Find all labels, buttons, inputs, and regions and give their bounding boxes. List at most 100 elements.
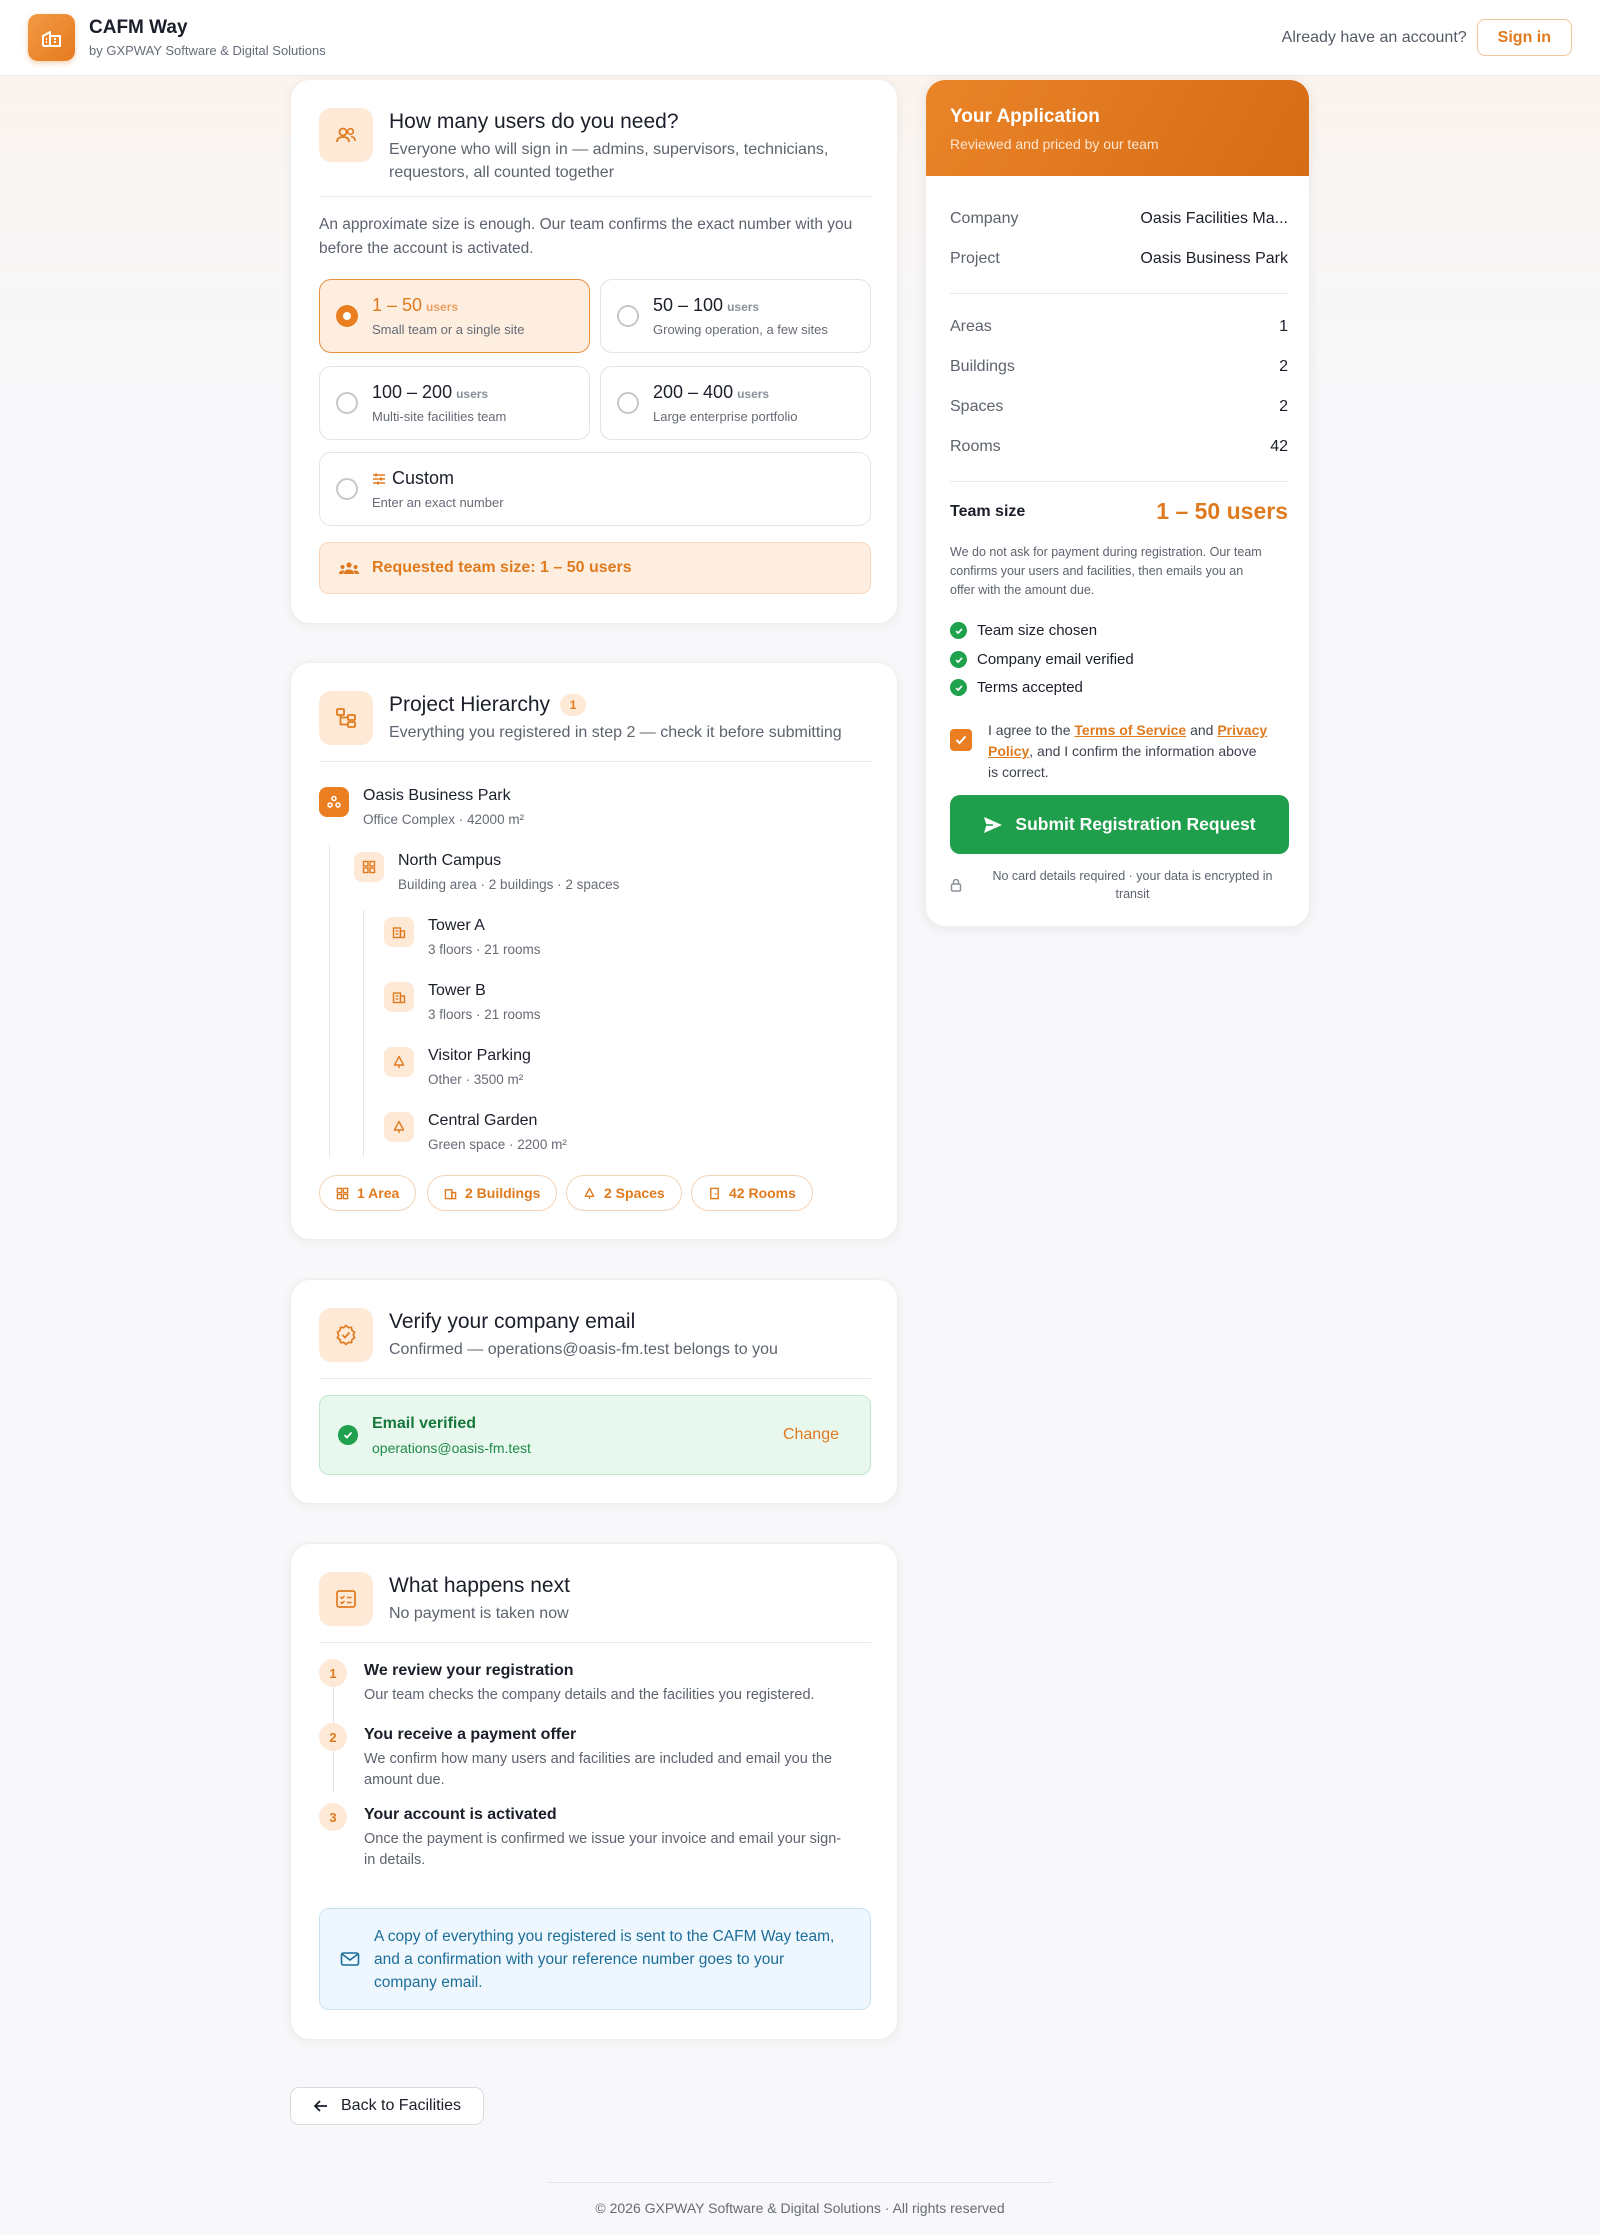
- payment-note-1: We do not ask for payment during registr…: [950, 545, 1262, 559]
- company-value: Oasis Facilities Ma...: [1140, 210, 1288, 227]
- next-steps-card: What happens next No payment is taken no…: [290, 1543, 898, 2040]
- step-description: Once the payment is confirmed we issue y…: [364, 1831, 842, 1847]
- checklist-item: Team size chosen: [950, 622, 1097, 639]
- team-size-title: How many users do you need?: [389, 110, 679, 133]
- divider: [319, 1378, 871, 1379]
- terms-of-service-link[interactable]: Terms of Service: [1074, 722, 1186, 738]
- users-icon: [319, 108, 373, 162]
- summary-pill-areas: 1 Area: [319, 1175, 417, 1211]
- size-option-custom[interactable]: Custom Enter an exact number: [319, 452, 871, 526]
- agree-suffix-1: , and I confirm the information above: [1029, 743, 1257, 759]
- option-description: Enter an exact number: [372, 495, 504, 510]
- building-icon: [444, 1188, 457, 1199]
- terms-checkbox[interactable]: [950, 729, 972, 751]
- already-account-text: Already have an account?: [1281, 28, 1467, 46]
- info-text-3: company email.: [374, 1973, 483, 1991]
- radio[interactable]: [336, 392, 358, 414]
- brand-name: CAFM Way: [89, 17, 188, 38]
- requested-team-size-text: Requested team size: 1 – 50 users: [372, 559, 632, 576]
- stat-label: Buildings: [950, 358, 1015, 375]
- next-title: What happens next: [389, 1574, 570, 1597]
- project-node: Oasis Business Park Office Complex · 420…: [319, 787, 524, 827]
- step-number: 3: [319, 1803, 347, 1831]
- check-circle-icon: [338, 1425, 358, 1445]
- area-meta: Building area · 2 buildings · 2 spaces: [398, 877, 620, 892]
- info-text-1: A copy of everything you registered is s…: [374, 1927, 835, 1945]
- option-description: Small team or a single site: [372, 322, 525, 337]
- radio[interactable]: [617, 305, 639, 327]
- pill-label: 2 Buildings: [465, 1185, 541, 1201]
- privacy-policy-link[interactable]: Policy: [988, 743, 1029, 759]
- grid-icon: [354, 852, 384, 882]
- info-text-2: and a confirmation with your reference n…: [374, 1950, 785, 1968]
- next-subtitle: No payment is taken now: [389, 1605, 569, 1622]
- team-size-card: How many users do you need? Everyone who…: [290, 79, 898, 624]
- divider: [319, 761, 871, 762]
- radio[interactable]: [336, 478, 358, 500]
- email-title: Verify your company email: [389, 1310, 636, 1333]
- check-circle-icon: [950, 622, 967, 639]
- change-email-link[interactable]: Change: [783, 1426, 839, 1444]
- child-meta: Green space · 2200 m²: [428, 1137, 567, 1152]
- summary-pill-spaces: 2 Spaces: [566, 1175, 682, 1211]
- lock-icon: [950, 878, 962, 892]
- send-icon: [984, 816, 1003, 833]
- step-title: We review your registration: [364, 1662, 574, 1679]
- tree-line: [329, 845, 330, 1157]
- area-node: North Campus Building area · 2 buildings…: [354, 852, 619, 892]
- email-address: operations@oasis-fm.test: [372, 1439, 531, 1456]
- verify-email-card: Verify your company email Confirmed — op…: [290, 1279, 898, 1504]
- checklist-icon: [319, 1572, 373, 1626]
- stat-row: Buildings 2: [950, 358, 1288, 376]
- submit-registration-button[interactable]: Submit Registration Request: [950, 795, 1289, 854]
- tree-icon: [384, 1112, 414, 1142]
- stat-label: Rooms: [950, 438, 1001, 455]
- stat-label: Areas: [950, 318, 992, 335]
- stat-row: Rooms 42: [950, 438, 1288, 456]
- copy-info-box: A copy of everything you registered is s…: [319, 1908, 871, 2010]
- logo: [28, 14, 75, 61]
- option-unit: users: [456, 387, 489, 401]
- application-summary-panel: Your Application Reviewed and priced by …: [925, 79, 1310, 927]
- stat-row: Spaces 2: [950, 398, 1288, 416]
- security-note-1: No card details required · your data is …: [992, 869, 1273, 883]
- tree-line: [363, 910, 364, 1157]
- child-node: Tower A 3 floors · 21 rooms: [384, 917, 541, 957]
- building-icon: [384, 917, 414, 947]
- building-logo-icon: [41, 30, 61, 47]
- check-circle-icon: [950, 651, 967, 668]
- step-connector: [333, 1750, 334, 1792]
- size-option-100-200[interactable]: 100 – 200 users Multi-site facilities tea…: [319, 366, 590, 440]
- divider: [950, 293, 1289, 294]
- pill-label: 42 Rooms: [729, 1185, 796, 1201]
- child-name: Visitor Parking: [428, 1047, 531, 1064]
- child-name: Tower B: [428, 982, 486, 999]
- project-label: Project: [950, 250, 1000, 267]
- hierarchy-title: Project Hierarchy: [389, 693, 551, 716]
- size-option-1-50[interactable]: 1 – 50 users Small team or a single site: [319, 279, 590, 353]
- email-verified-label: Email verified: [372, 1414, 477, 1432]
- email-verified-box: Email verified operations@oasis-fm.test …: [319, 1395, 871, 1475]
- hierarchy-subtitle: Everything you registered in step 2 — ch…: [389, 724, 842, 741]
- mail-icon: [340, 1952, 360, 1966]
- child-meta: 3 floors · 21 rooms: [428, 1007, 541, 1022]
- hierarchy-count-badge: 1: [560, 694, 587, 717]
- radio[interactable]: [617, 392, 639, 414]
- child-node: Central Garden Green space · 2200 m²: [384, 1112, 567, 1152]
- back-to-facilities-button[interactable]: Back to Facilities: [290, 2087, 485, 2125]
- pill-label: 2 Spaces: [604, 1185, 665, 1201]
- divider: [950, 481, 1289, 482]
- size-option-200-400[interactable]: 200 – 400 users Large enterprise portfoli…: [600, 366, 871, 440]
- radio-selected[interactable]: [336, 305, 358, 327]
- sign-in-button[interactable]: Sign in: [1476, 19, 1572, 56]
- building-icon: [384, 982, 414, 1012]
- arrow-left-icon: [313, 2100, 327, 2112]
- stat-value: 1: [1279, 318, 1288, 335]
- privacy-policy-link[interactable]: Privacy: [1217, 722, 1267, 738]
- child-meta: 3 floors · 21 rooms: [428, 942, 541, 957]
- company-row: Company Oasis Facilities Ma...: [950, 210, 1288, 228]
- size-option-50-100[interactable]: 50 – 100 users Growing operation, a few s…: [600, 279, 871, 353]
- checklist-item: Terms accepted: [950, 679, 1083, 696]
- option-description: Large enterprise portfolio: [653, 409, 798, 424]
- area-name: North Campus: [398, 852, 502, 869]
